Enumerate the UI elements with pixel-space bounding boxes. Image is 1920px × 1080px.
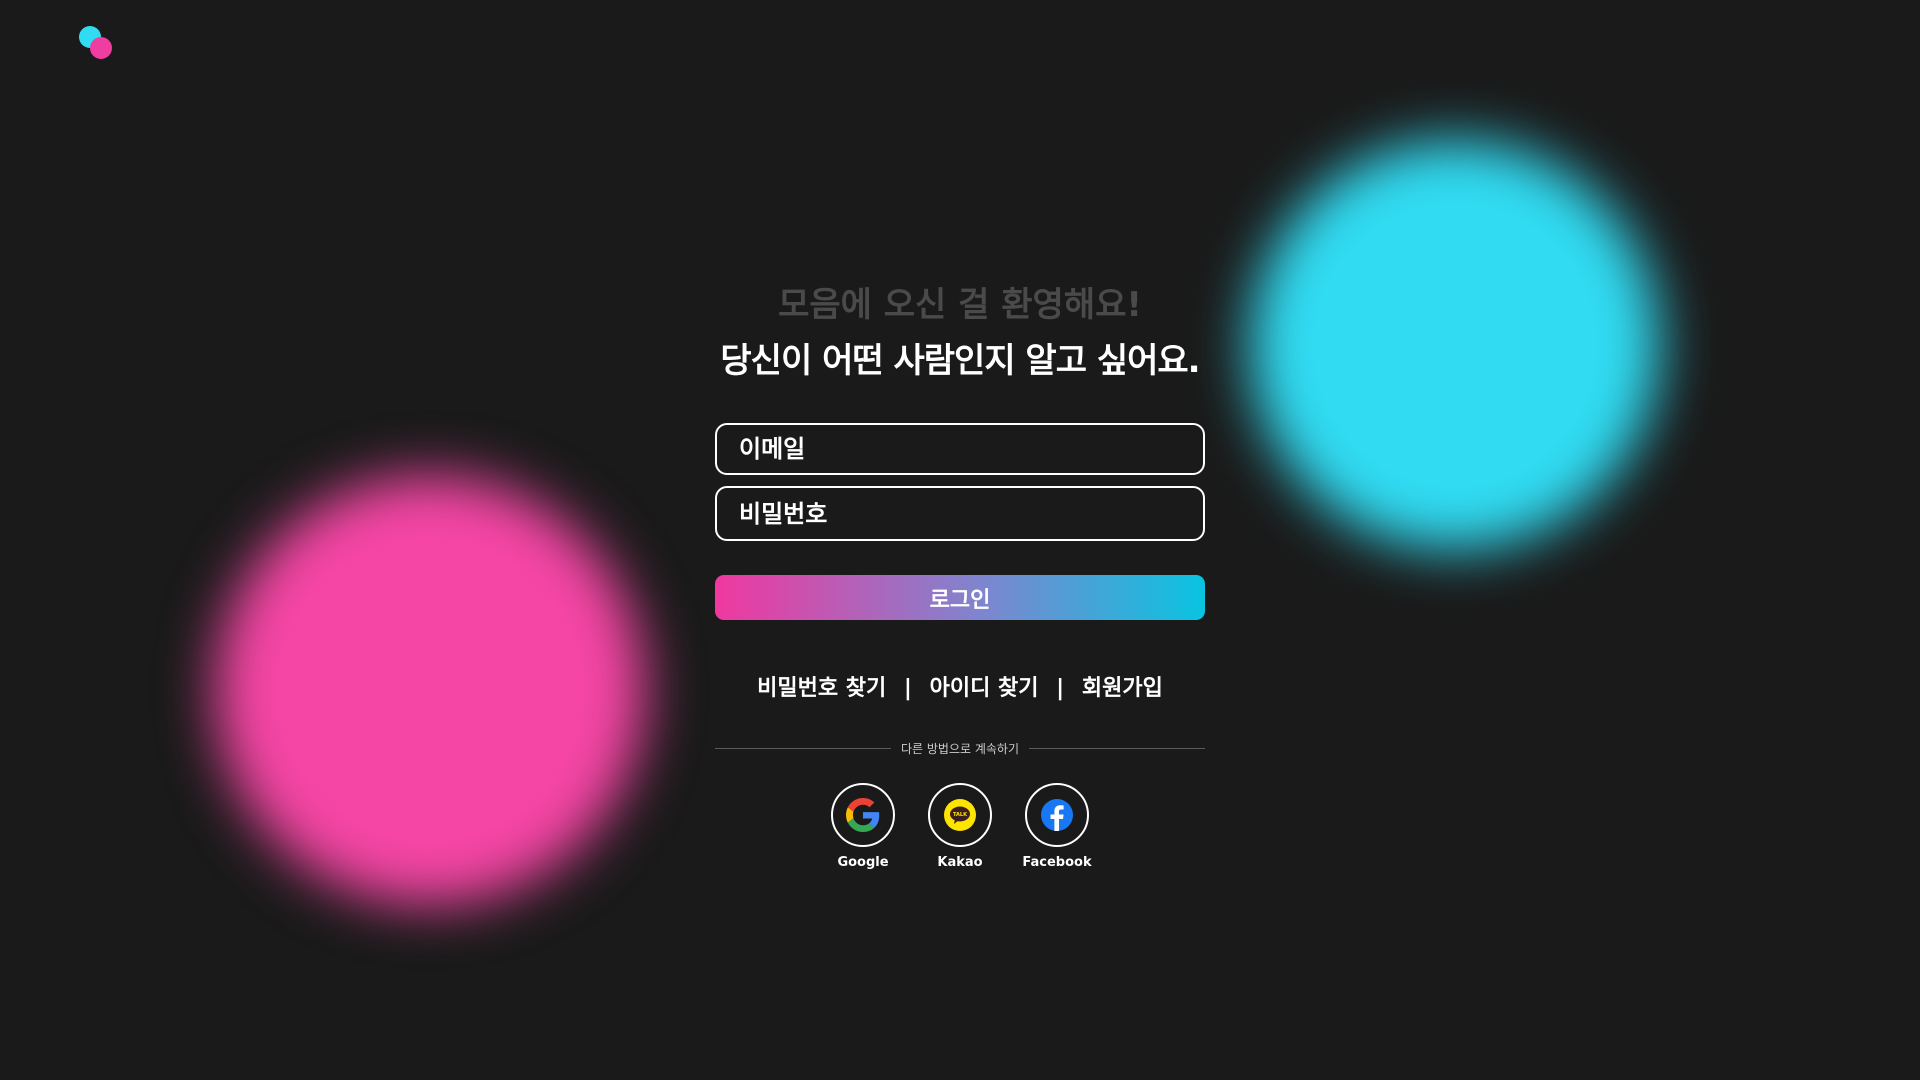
welcome-subtitle: 모음에 오신 걸 환영해요! — [778, 285, 1142, 325]
page-title: 당신이 어떤 사람인지 알고 싶어요. — [720, 341, 1200, 381]
login-page: 모음에 오신 걸 환영해요! 당신이 어떤 사람인지 알고 싶어요. 로그인 비… — [0, 0, 1920, 1080]
link-separator: | — [1056, 676, 1065, 701]
cyan-gradient-blob — [1250, 140, 1660, 550]
social-login-list: Google TALK Kakao Facebook — [715, 783, 1205, 870]
google-label: Google — [837, 855, 889, 870]
login-panel: 모음에 오신 걸 환영해요! 당신이 어떤 사람인지 알고 싶어요. 로그인 비… — [715, 280, 1205, 870]
google-icon — [831, 783, 895, 847]
find-password-link[interactable]: 비밀번호 찾기 — [757, 676, 886, 701]
email-field[interactable] — [715, 423, 1205, 475]
login-button[interactable]: 로그인 — [715, 575, 1205, 620]
kakao-talk-icon: TALK — [928, 783, 992, 847]
password-field[interactable] — [715, 486, 1205, 541]
signup-link[interactable]: 회원가입 — [1082, 676, 1163, 701]
find-id-link[interactable]: 아이디 찾기 — [930, 676, 1039, 701]
divider-line-left — [715, 748, 891, 749]
logo-pink-dot — [90, 37, 112, 59]
divider-label: 다른 방법으로 계속하기 — [900, 742, 1020, 756]
link-separator: | — [903, 676, 912, 701]
google-login-button[interactable]: Google — [831, 783, 895, 870]
account-links: 비밀번호 찾기 | 아이디 찾기 | 회원가입 — [715, 670, 1205, 702]
kakao-login-button[interactable]: TALK Kakao — [928, 783, 992, 870]
kakao-label: Kakao — [937, 855, 983, 870]
facebook-label: Facebook — [1022, 855, 1092, 870]
divider-line-right — [1029, 748, 1205, 749]
svg-text:TALK: TALK — [953, 812, 968, 818]
pink-gradient-blob — [215, 475, 645, 905]
facebook-icon — [1025, 783, 1089, 847]
logo-icon[interactable] — [79, 26, 113, 60]
social-divider: 다른 방법으로 계속하기 — [715, 740, 1205, 757]
facebook-login-button[interactable]: Facebook — [1022, 783, 1092, 870]
